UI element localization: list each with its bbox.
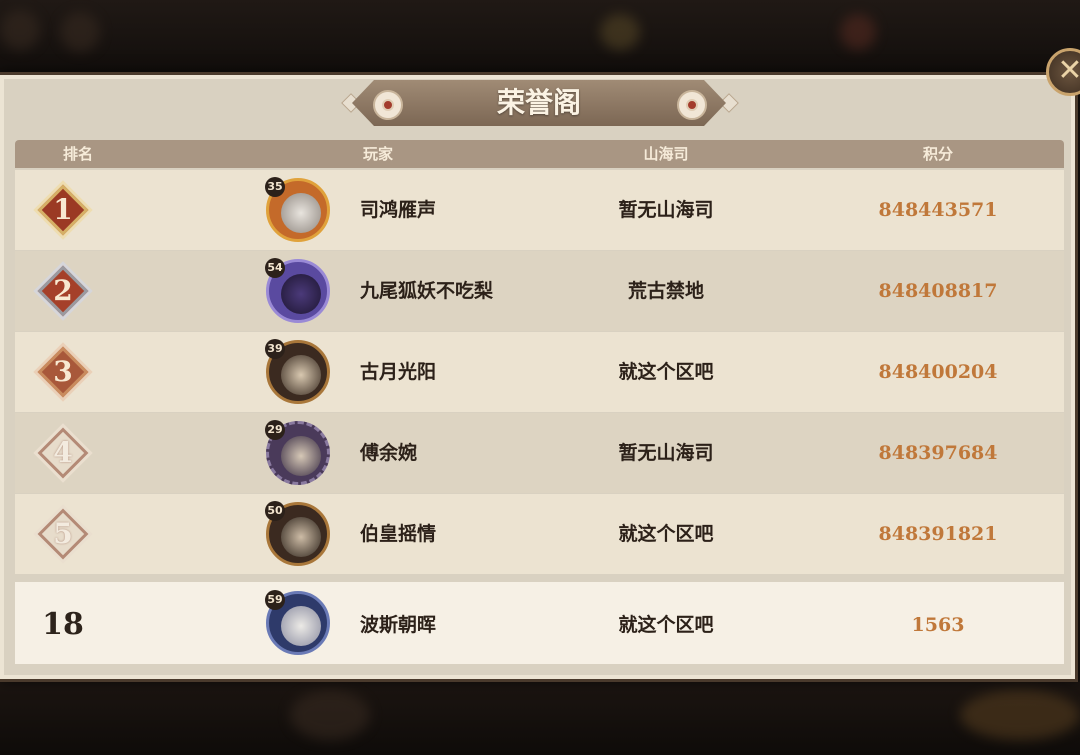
avatar[interactable]: 59 [265, 590, 330, 655]
level-badge: 50 [265, 501, 285, 521]
player-name: 伯皇摇情 [360, 523, 437, 545]
header-player: 玩家 [362, 145, 394, 163]
background-icon [0, 10, 40, 50]
background-icon [840, 14, 876, 50]
avatar[interactable]: 29 [265, 420, 330, 485]
score-value: 848391821 [878, 523, 998, 545]
rank-badge-gold: 1 [35, 182, 91, 238]
table-row[interactable]: 5 50 伯皇摇情 就这个区吧 848391821 [15, 494, 1064, 574]
background-top-bar [0, 0, 1080, 72]
background-icon [600, 14, 640, 50]
background-bottom-bar [0, 682, 1080, 755]
avatar[interactable]: 39 [265, 339, 330, 404]
background-icon [290, 690, 370, 740]
background-icon [960, 690, 1080, 740]
close-icon: ✕ [1057, 53, 1080, 88]
my-rank: 18 [42, 607, 84, 642]
rank-badge-silver: 2 [35, 263, 91, 319]
rank-badge-plain: 5 [35, 506, 91, 562]
player-name: 司鸿雁声 [360, 199, 437, 221]
rank-badge-bronze: 3 [35, 344, 91, 400]
column-header: 排名 玩家 山海司 积分 [15, 140, 1064, 168]
player-name: 波斯朝晖 [360, 614, 437, 636]
avatar[interactable]: 50 [265, 501, 330, 566]
table-row[interactable]: 2 54 九尾狐妖不吃梨 荒古禁地 848408817 [15, 251, 1064, 331]
table-row[interactable]: 4 29 傅余婉 暂无山海司 848397684 [15, 413, 1064, 493]
title-ornament-left [373, 90, 403, 120]
player-name: 傅余婉 [360, 442, 418, 464]
guild-name: 就这个区吧 [618, 361, 714, 383]
my-rank-row[interactable]: 18 59 波斯朝晖 就这个区吧 1563 [15, 582, 1064, 664]
table-row[interactable]: 1 35 司鸿雁声 暂无山海司 848443571 [15, 170, 1064, 250]
guild-name: 暂无山海司 [618, 199, 714, 221]
avatar[interactable]: 54 [265, 258, 330, 323]
score-value: 848408817 [878, 280, 998, 302]
player-name: 九尾狐妖不吃梨 [360, 280, 494, 302]
score-value: 848400204 [878, 361, 998, 383]
background-icon [60, 12, 100, 52]
guild-name: 就这个区吧 [618, 523, 714, 545]
guild-name: 荒古禁地 [627, 280, 705, 302]
header-rank: 排名 [62, 145, 94, 163]
rank-badge-plain: 4 [35, 425, 91, 481]
table-row[interactable]: 3 39 古月光阳 就这个区吧 848400204 [15, 332, 1064, 412]
level-badge: 29 [265, 420, 285, 440]
score-value: 848397684 [878, 442, 998, 464]
title-ornament-right [677, 90, 707, 120]
player-name: 古月光阳 [360, 361, 437, 383]
level-badge: 54 [265, 258, 285, 278]
header-score: 积分 [922, 145, 954, 163]
score-value: 848443571 [878, 199, 998, 221]
avatar[interactable]: 35 [265, 177, 330, 242]
header-guild: 山海司 [643, 145, 689, 163]
score-value: 1563 [911, 614, 965, 636]
panel-title: 荣誉阁 [496, 86, 581, 119]
guild-name: 就这个区吧 [618, 614, 714, 636]
level-badge: 59 [265, 590, 285, 610]
guild-name: 暂无山海司 [618, 442, 714, 464]
level-badge: 35 [265, 177, 285, 197]
level-badge: 39 [265, 339, 285, 359]
